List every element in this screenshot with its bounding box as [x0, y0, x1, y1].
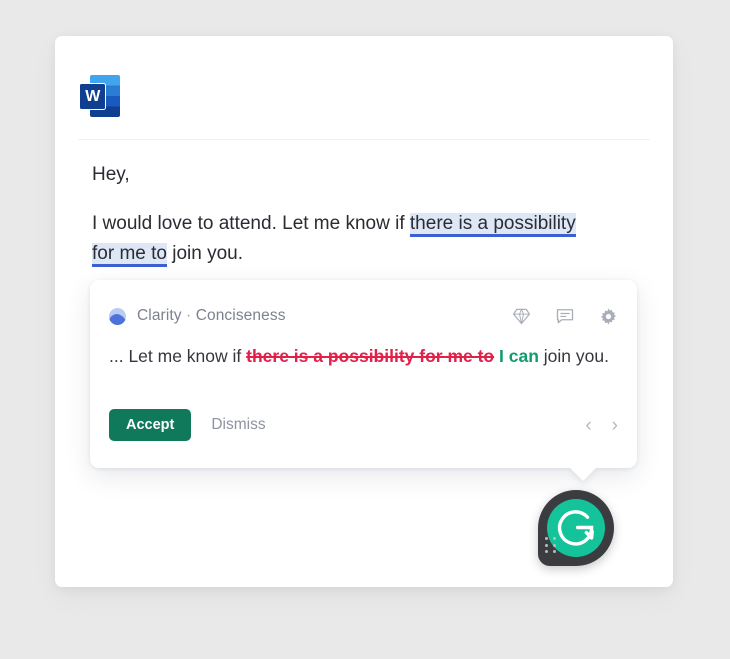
accept-button[interactable]: Accept [109, 408, 192, 442]
suggestion-card: Clarity · Conciseness ... Let me know if… [90, 280, 637, 481]
chevron-left-icon[interactable]: ‹ [585, 416, 591, 435]
word-icon-letter: W [85, 87, 100, 105]
category-primary: Clarity [137, 307, 182, 324]
chevron-right-icon[interactable]: › [612, 416, 618, 435]
paragraph-line: I would love to attend. Let me know if t… [92, 209, 652, 269]
highlighted-phrase-1[interactable]: there is a possibility [409, 213, 576, 237]
microsoft-word-icon[interactable]: W [78, 72, 126, 120]
highlighted-phrase-2[interactable]: for me to [92, 243, 167, 267]
category-secondary: Conciseness [195, 307, 286, 324]
suggestion-category: Clarity · Conciseness [137, 307, 286, 325]
clarity-category-icon [109, 307, 126, 325]
suggestion-suffix: join you. [538, 346, 609, 366]
diamond-icon[interactable] [512, 307, 531, 326]
paragraph-tail: join you. [166, 243, 244, 264]
suggestion-header-actions [512, 306, 618, 326]
dismiss-button[interactable]: Dismiss [207, 410, 269, 440]
suggestion-card-header: Clarity · Conciseness [109, 305, 618, 327]
gear-icon[interactable] [599, 307, 618, 326]
suggestion-added-text: I can [499, 346, 539, 366]
category-separator: · [181, 307, 196, 324]
suggestion-actions: Accept Dismiss ‹ › [109, 408, 618, 442]
document-text[interactable]: Hey, I would love to attend. Let me know… [92, 160, 652, 269]
grammarly-button[interactable] [538, 490, 614, 568]
suggestion-removed-text: there is a possibility for me to [246, 346, 495, 366]
word-icon-letter-tile: W [79, 83, 106, 110]
suggestion-card-tail [568, 466, 598, 481]
screen: W Hey, I would love to attend. Let me kn… [0, 0, 730, 659]
suggestion-text: ... Let me know if there is a possibilit… [109, 343, 615, 369]
suggestion-prefix: ... Let me know if [109, 346, 247, 366]
header-divider [78, 139, 650, 140]
comment-icon[interactable] [555, 306, 575, 326]
drag-handle-icon[interactable] [545, 537, 558, 555]
paragraph-lead: I would love to attend. Let me know if [92, 213, 410, 234]
suggestion-navigation: ‹ › [585, 416, 618, 435]
greeting-line: Hey, [92, 164, 130, 185]
